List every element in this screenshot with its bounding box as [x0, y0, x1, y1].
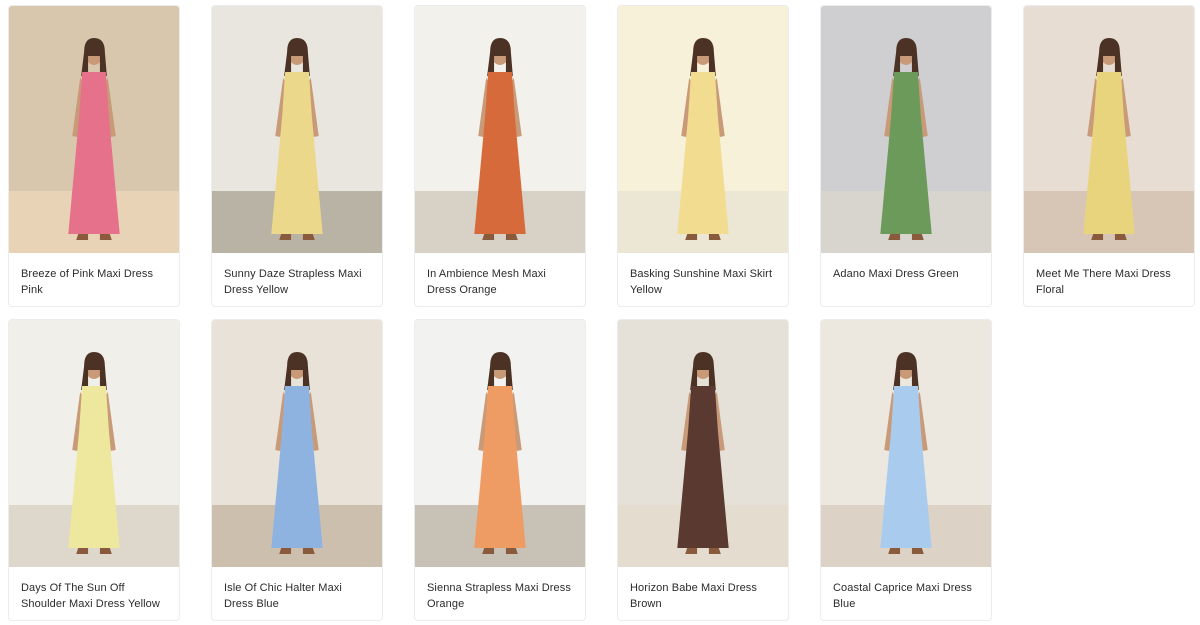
- product-card[interactable]: Sienna Strapless Maxi Dress Orange: [414, 319, 586, 621]
- product-card[interactable]: Isle Of Chic Halter Maxi Dress Blue: [211, 319, 383, 621]
- product-card[interactable]: Adano Maxi Dress Green: [820, 5, 992, 307]
- product-name[interactable]: Meet Me There Maxi Dress Floral: [1024, 253, 1194, 298]
- product-image[interactable]: [821, 320, 991, 567]
- product-image[interactable]: [415, 320, 585, 567]
- product-name[interactable]: Coastal Caprice Maxi Dress Blue: [821, 567, 991, 612]
- product-grid: Breeze of Pink Maxi Dress Pink Sunny Daze…: [8, 5, 1195, 621]
- product-card[interactable]: Basking Sunshine Maxi Skirt Yellow: [617, 5, 789, 307]
- product-name[interactable]: Sienna Strapless Maxi Dress Orange: [415, 567, 585, 612]
- product-name[interactable]: Isle Of Chic Halter Maxi Dress Blue: [212, 567, 382, 612]
- product-name[interactable]: In Ambience Mesh Maxi Dress Orange: [415, 253, 585, 298]
- product-card[interactable]: Coastal Caprice Maxi Dress Blue: [820, 319, 992, 621]
- product-image[interactable]: [1024, 6, 1194, 253]
- product-image[interactable]: [9, 320, 179, 567]
- product-name[interactable]: Days Of The Sun Off Shoulder Maxi Dress …: [9, 567, 179, 612]
- product-card[interactable]: Sunny Daze Strapless Maxi Dress Yellow: [211, 5, 383, 307]
- product-image[interactable]: [9, 6, 179, 253]
- product-name[interactable]: Adano Maxi Dress Green: [821, 253, 991, 282]
- product-card[interactable]: Days Of The Sun Off Shoulder Maxi Dress …: [8, 319, 180, 621]
- product-card[interactable]: Horizon Babe Maxi Dress Brown: [617, 319, 789, 621]
- product-image[interactable]: [618, 320, 788, 567]
- product-image[interactable]: [821, 6, 991, 253]
- product-name[interactable]: Horizon Babe Maxi Dress Brown: [618, 567, 788, 612]
- product-card[interactable]: In Ambience Mesh Maxi Dress Orange: [414, 5, 586, 307]
- product-card[interactable]: Breeze of Pink Maxi Dress Pink: [8, 5, 180, 307]
- product-name[interactable]: Breeze of Pink Maxi Dress Pink: [9, 253, 179, 298]
- product-image[interactable]: [212, 6, 382, 253]
- product-card[interactable]: Meet Me There Maxi Dress Floral: [1023, 5, 1195, 307]
- product-name[interactable]: Sunny Daze Strapless Maxi Dress Yellow: [212, 253, 382, 298]
- product-image[interactable]: [415, 6, 585, 253]
- product-image[interactable]: [618, 6, 788, 253]
- product-image[interactable]: [212, 320, 382, 567]
- product-name[interactable]: Basking Sunshine Maxi Skirt Yellow: [618, 253, 788, 298]
